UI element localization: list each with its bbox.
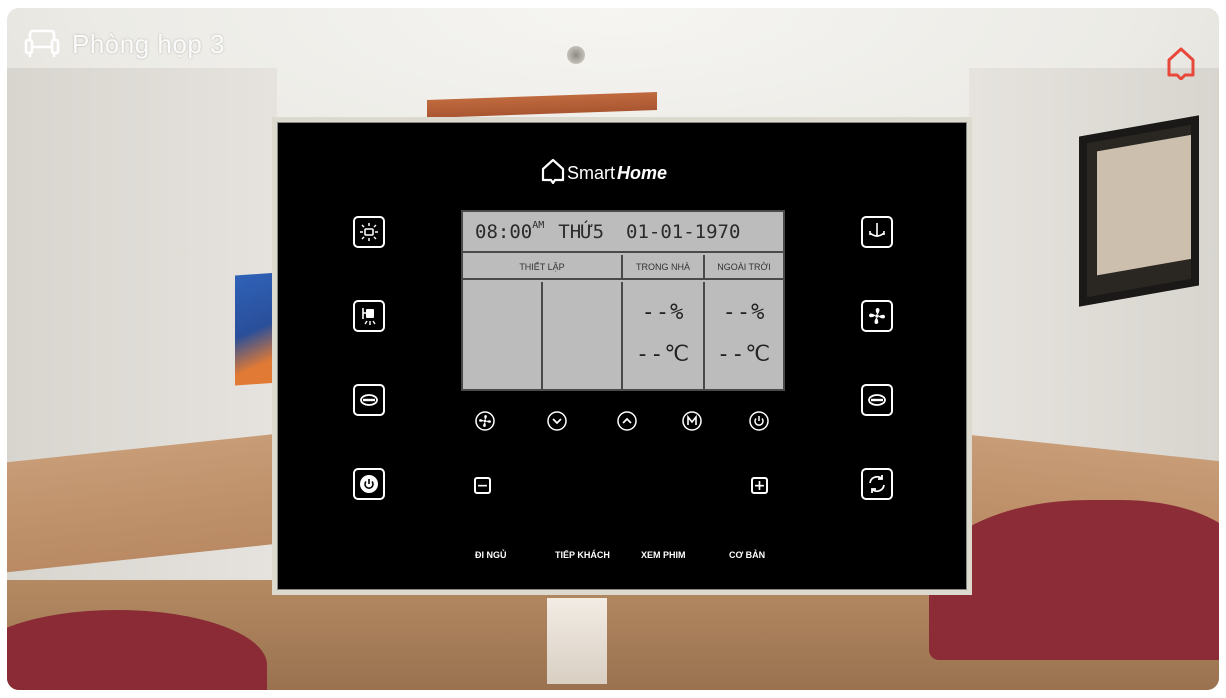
- lcd-indoor-cell: --% --℃: [623, 282, 705, 389]
- smarthome-control-panel: Smart Home 08:00 AM THỨ5 01-01-1970 THIẾ…: [272, 117, 972, 595]
- lcd-datetime-row: 08:00 AM THỨ5 01-01-1970: [463, 212, 783, 253]
- chandelier-icon: [869, 223, 885, 237]
- home-outline-icon: [541, 158, 565, 184]
- light-button[interactable]: [353, 216, 385, 248]
- lcd-col-indoor: TRONG NHÀ: [623, 255, 705, 278]
- spotlight-icon: [362, 308, 376, 325]
- lcd-time: 08:00: [475, 220, 533, 243]
- window: [1079, 115, 1199, 307]
- sync-button[interactable]: [861, 468, 893, 500]
- lcd-setting-cell-2: [543, 282, 623, 389]
- power-circle-icon: [749, 411, 769, 431]
- chair-right: [929, 500, 1219, 660]
- outdoor-temperature: --℃: [716, 342, 772, 367]
- down-button[interactable]: [546, 410, 568, 432]
- up-button[interactable]: [616, 410, 638, 432]
- mode-button[interactable]: [681, 410, 703, 432]
- ceiling-light-icon: [360, 223, 378, 241]
- scene-sleep[interactable]: ĐI NGỦ: [475, 550, 507, 560]
- indoor-humidity: --%: [641, 300, 685, 325]
- sofa-icon: [24, 29, 60, 57]
- table-stand: [547, 598, 607, 684]
- master-power-button[interactable]: [353, 468, 385, 500]
- fan-circle-icon: [475, 411, 495, 431]
- lcd-outdoor-cell: --% --℃: [705, 282, 783, 389]
- brand-home: Home: [617, 163, 668, 183]
- refresh-icon: [869, 475, 885, 493]
- spotlight-button[interactable]: [353, 300, 385, 332]
- indoor-temperature: --℃: [635, 342, 691, 367]
- lcd-date: 01-01-1970: [626, 220, 741, 243]
- power-icon: [360, 475, 378, 493]
- brand-smart: Smart: [567, 163, 616, 183]
- outdoor-humidity: --%: [722, 300, 766, 325]
- lcd-weekday: THỨ5: [558, 220, 605, 243]
- lcd-values-row: --% --℃ --% --℃: [463, 282, 783, 389]
- ceiling-lamp: [567, 46, 585, 64]
- fan-speed-button[interactable]: [474, 410, 496, 432]
- fan-button[interactable]: [861, 300, 893, 332]
- lcd-setting-cell-1: [463, 282, 543, 389]
- ac-power-button[interactable]: [748, 410, 770, 432]
- scene-movie[interactable]: XEM PHIM: [641, 550, 686, 560]
- brand-logo: Smart Home: [541, 158, 667, 184]
- chandelier-button[interactable]: [861, 216, 893, 248]
- scene-basic[interactable]: CƠ BẢN: [729, 550, 765, 560]
- plus-button[interactable]: +: [751, 477, 768, 494]
- fan-icon: [869, 308, 885, 324]
- lcd-header-row: THIẾT LẬP TRONG NHÀ NGOÀI TRỜI: [463, 255, 783, 280]
- lcd-col-outdoor: NGOÀI TRỜI: [717, 261, 771, 272]
- mode-m-icon: [682, 411, 702, 431]
- ac-button-right[interactable]: [861, 384, 893, 416]
- scene-guest[interactable]: TIẾP KHÁCH: [555, 550, 610, 560]
- air-conditioner-icon: [868, 394, 886, 406]
- ac-button-left[interactable]: [353, 384, 385, 416]
- chevron-up-circle-icon: [617, 411, 637, 431]
- air-conditioner-icon: [360, 394, 378, 406]
- home-icon: [1167, 47, 1195, 81]
- chevron-down-circle-icon: [547, 411, 567, 431]
- room-title: Phòng họp 3: [72, 28, 225, 59]
- lcd-col-setting: THIẾT LẬP: [463, 255, 623, 278]
- lcd-display: 08:00 AM THỨ5 01-01-1970 THIẾT LẬP TRONG…: [461, 210, 785, 391]
- home-button[interactable]: [1166, 46, 1196, 81]
- room-header: Phòng họp 3: [24, 28, 225, 60]
- minus-button[interactable]: −: [474, 477, 491, 494]
- lcd-ampm: AM: [532, 220, 545, 231]
